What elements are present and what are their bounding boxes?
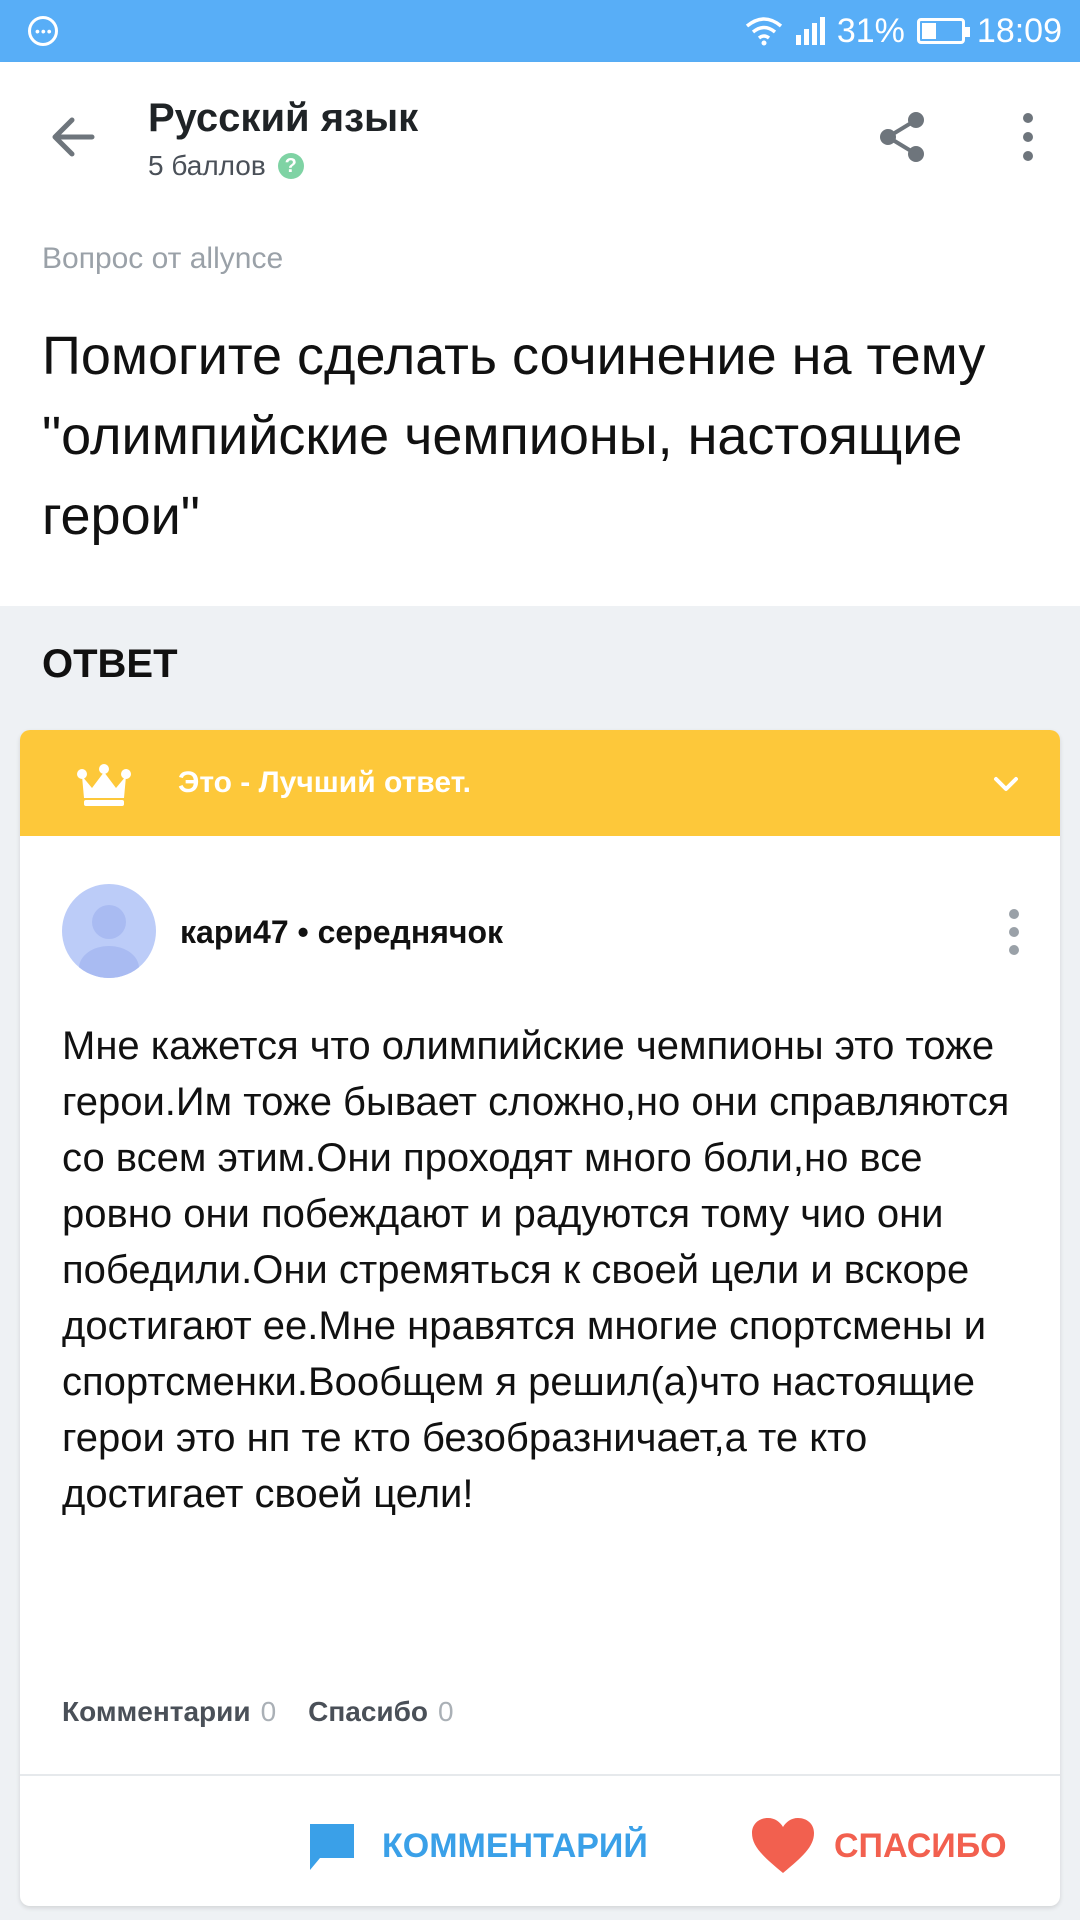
- signal-icon: [795, 17, 825, 45]
- thanks-stat[interactable]: Спасибо 0: [308, 1696, 453, 1728]
- best-answer-banner[interactable]: Это - Лучший ответ.: [20, 730, 1060, 836]
- subject-title: Русский язык: [148, 96, 419, 140]
- thanks-button-label: СПАСИБО: [834, 1826, 1007, 1865]
- comment-button[interactable]: КОММЕНТАРИЙ: [304, 1816, 648, 1876]
- thanks-label: Спасибо: [308, 1696, 429, 1727]
- crown-icon: [77, 764, 131, 806]
- status-bar: ••• 31% 18:09: [0, 0, 1080, 62]
- notification-icon: •••: [28, 16, 58, 46]
- comments-stat[interactable]: Комментарии 0: [62, 1696, 276, 1728]
- avatar[interactable]: [62, 884, 156, 978]
- clock: 18:09: [976, 11, 1062, 50]
- more-options-icon[interactable]: [1014, 112, 1042, 162]
- heart-icon: [752, 1818, 814, 1873]
- question-block: Вопрос от allynce Помогите сделать сочин…: [0, 212, 1080, 606]
- answer-stats: Комментарии 0 Спасибо 0: [62, 1696, 454, 1728]
- comment-button-label: КОММЕНТАРИЙ: [382, 1826, 648, 1865]
- thanks-button[interactable]: СПАСИБО: [750, 1816, 1007, 1876]
- thanks-count: 0: [438, 1696, 454, 1727]
- chevron-down-icon[interactable]: [990, 768, 1022, 800]
- answer-card: Это - Лучший ответ. кари47 • середнячок …: [20, 730, 1060, 1906]
- best-answer-label: Это - Лучший ответ.: [178, 766, 471, 799]
- question-author: Вопрос от allynce: [42, 242, 284, 275]
- answer-text: Мне кажется что олимпийские чемпионы это…: [62, 1024, 1010, 1516]
- battery-icon: [916, 18, 970, 44]
- back-arrow-icon[interactable]: [44, 107, 104, 167]
- user-silhouette-icon: [79, 905, 139, 978]
- points-value: 5 баллов: [148, 150, 266, 181]
- answer-author[interactable]: кари47 • середнячок: [180, 914, 503, 951]
- answer-heading: ОТВЕТ: [42, 642, 178, 686]
- comments-label: Комментарии: [62, 1696, 251, 1727]
- app-bar: Русский язык 5 баллов ?: [0, 62, 1080, 212]
- comments-count: 0: [260, 1696, 277, 1727]
- question-text: Помогите сделать сочинение на тему "олим…: [42, 326, 986, 546]
- status-indicators: 31% 18:09: [745, 10, 1062, 52]
- help-icon[interactable]: ?: [277, 153, 304, 179]
- comment-bubble-icon: [310, 1824, 354, 1870]
- divider: [20, 1774, 1060, 1776]
- wifi-icon: [745, 17, 782, 46]
- battery-percent: 31%: [836, 11, 905, 50]
- share-icon[interactable]: [872, 107, 932, 167]
- answer-more-options-icon[interactable]: [1002, 908, 1026, 956]
- points-label: 5 баллов ?: [148, 150, 304, 182]
